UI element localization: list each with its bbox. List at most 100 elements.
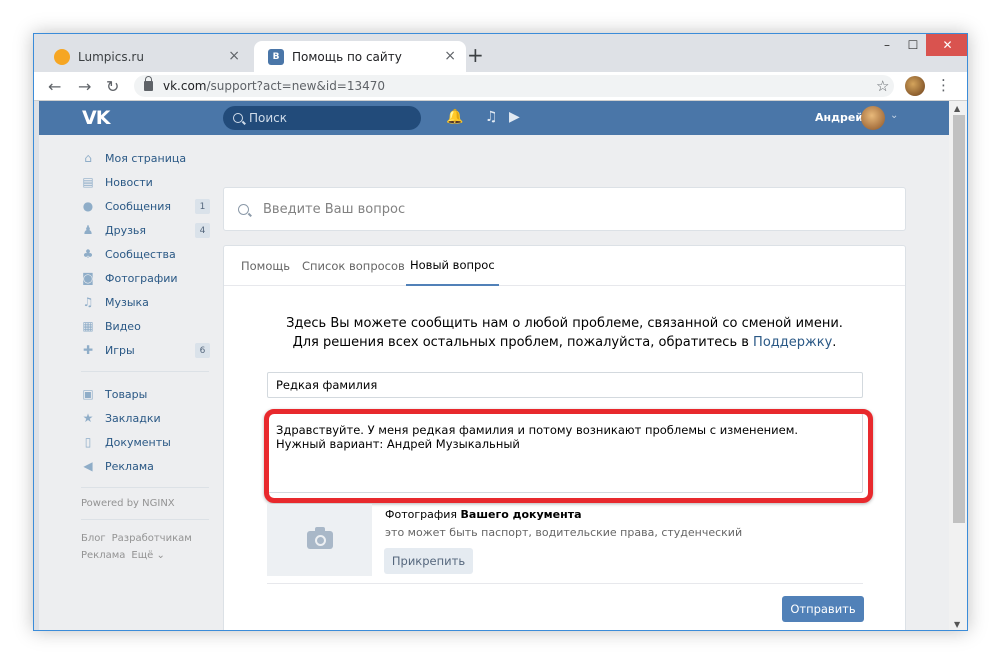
tab-question-list[interactable]: Список вопросов — [302, 246, 405, 286]
document-photo-placeholder[interactable] — [267, 504, 372, 576]
attach-button[interactable]: Прикрепить — [384, 548, 473, 574]
maximize-button[interactable]: ☐ — [900, 34, 926, 56]
new-tab-icon[interactable]: + — [467, 43, 484, 67]
tab-lumpics[interactable]: Lumpics.ru × — [40, 41, 250, 72]
footer-link-developers[interactable]: Разработчикам — [112, 533, 192, 544]
bookmark-star-icon[interactable]: ☆ — [876, 77, 889, 95]
lock-icon — [144, 76, 153, 91]
user-name[interactable]: Андрей — [815, 111, 863, 124]
footer-links: Блог Разработчикам Реклама Ещё ⌄ — [81, 530, 211, 564]
document-title: Фотография Вашего документа — [385, 508, 582, 521]
tab-label: Lumpics.ru — [78, 49, 144, 64]
close-tab-icon[interactable]: × — [444, 48, 456, 64]
sidebar-item-label: Друзья — [105, 223, 147, 237]
scroll-thumb[interactable] — [953, 115, 965, 523]
sidebar-item-photos[interactable]: ◙ Фотографии — [81, 266, 211, 290]
gamepad-icon: ✚ — [82, 343, 94, 357]
footer-link-ads[interactable]: Реклама — [81, 550, 125, 561]
film-icon: ▦ — [82, 319, 94, 333]
document-icon: ▯ — [84, 435, 92, 449]
address-bar: ← → ↻ vk.com/support?act=new&id=13470 ☆ … — [34, 72, 967, 101]
reload-icon[interactable]: ↻ — [106, 77, 119, 96]
sidebar-item-label: Документы — [105, 435, 171, 449]
sidebar-item-ads[interactable]: ◀ Реклама — [81, 454, 211, 478]
sidebar-item-label: Товары — [105, 387, 148, 401]
notice-text: Здесь Вы можете сообщить нам о любой про… — [224, 314, 905, 352]
music-icon: ♫ — [82, 295, 94, 309]
url-host: vk.com — [163, 79, 207, 93]
sidebar-item-label: Игры — [105, 343, 135, 357]
left-navigation: ⌂ Моя страница ▤ Новости ● Сообщения 1 ♟ Друз… — [81, 146, 211, 564]
back-icon[interactable]: ← — [48, 77, 61, 96]
sidebar-divider — [81, 519, 209, 520]
star-icon: ★ — [82, 411, 94, 425]
footer-link-blog[interactable]: Блог — [81, 533, 106, 544]
page-viewport: VK Поиск 🔔 ♫ ▶ Андрей ⌄ ⌂ Моя страница ▤ Н… — [39, 101, 949, 630]
subject-input[interactable]: Редкая фамилия — [267, 372, 863, 398]
scroll-down-icon[interactable]: ▼ — [954, 620, 960, 629]
sidebar-divider — [81, 487, 209, 488]
sidebar-item-news[interactable]: ▤ Новости — [81, 170, 211, 194]
count-badge: 4 — [195, 223, 210, 238]
browser-window: Lumpics.ru × В Помощь по сайту × + – ☐ ✕… — [33, 33, 968, 631]
communities-icon: ♣ — [82, 247, 94, 261]
question-search-input[interactable]: Введите Ваш вопрос — [223, 187, 906, 231]
question-placeholder: Введите Ваш вопрос — [263, 201, 406, 217]
sidebar-item-communities[interactable]: ♣ Сообщества — [81, 242, 211, 266]
user-avatar[interactable] — [861, 106, 885, 130]
sidebar-item-my-page[interactable]: ⌂ Моя страница — [81, 146, 211, 170]
sidebar-item-video[interactable]: ▦ Видео — [81, 314, 211, 338]
news-icon: ▤ — [82, 175, 94, 189]
support-link[interactable]: Поддержку — [753, 335, 832, 350]
scroll-up-icon[interactable]: ▲ — [954, 104, 960, 113]
vk-header: VK Поиск 🔔 ♫ ▶ Андрей ⌄ — [39, 101, 949, 135]
notice-line-2: Для решения всех остальных проблем, пожа… — [224, 333, 905, 352]
search-icon — [238, 203, 249, 215]
sidebar-item-label: Музыка — [105, 295, 149, 309]
chevron-down-icon[interactable]: ⌄ — [890, 110, 898, 121]
sidebar-item-label: Моя страница — [105, 151, 187, 165]
minimize-button[interactable]: – — [874, 34, 900, 56]
close-tab-icon[interactable]: × — [228, 48, 240, 64]
megaphone-icon: ◀ — [83, 459, 93, 473]
page-scrollbar[interactable]: ▲ ▼ — [949, 101, 967, 630]
home-icon: ⌂ — [84, 151, 92, 165]
sidebar-item-music[interactable]: ♫ Музыка — [81, 290, 211, 314]
notice-line-1: Здесь Вы можете сообщить нам о любой про… — [286, 316, 843, 331]
sidebar-item-label: Реклама — [105, 459, 154, 473]
camera-icon — [306, 527, 333, 549]
document-subtitle: это может быть паспорт, водительские пра… — [385, 526, 743, 539]
browser-menu-icon[interactable]: ⋮ — [936, 76, 951, 94]
tab-new-question[interactable]: Новый вопрос — [406, 246, 499, 286]
sidebar-item-friends[interactable]: ♟ Друзья 4 — [81, 218, 211, 242]
doc-title-bold: Вашего документа — [460, 508, 582, 521]
sidebar-item-documents[interactable]: ▯ Документы — [81, 430, 211, 454]
form-divider — [267, 583, 863, 584]
notifications-bell-icon[interactable]: 🔔 — [446, 109, 463, 125]
sidebar-item-label: Сообщества — [105, 247, 176, 261]
powered-by: Powered by NGINX — [81, 498, 175, 509]
music-note-icon[interactable]: ♫ — [485, 109, 498, 125]
vk-search-input[interactable]: Поиск — [223, 106, 421, 130]
red-highlight-frame — [264, 409, 873, 503]
url-field[interactable]: vk.com/support?act=new&id=13470 — [134, 75, 894, 97]
send-button[interactable]: Отправить — [782, 596, 864, 622]
close-window-button[interactable]: ✕ — [926, 34, 967, 56]
sidebar-item-bookmarks[interactable]: ★ Закладки — [81, 406, 211, 430]
tab-support[interactable]: В Помощь по сайту × — [254, 41, 466, 72]
friends-icon: ♟ — [82, 223, 94, 237]
title-bar: Lumpics.ru × В Помощь по сайту × + – ☐ ✕ — [34, 34, 967, 72]
sidebar-item-games[interactable]: ✚ Игры 6 — [81, 338, 211, 362]
forward-icon[interactable]: → — [78, 77, 91, 96]
profile-avatar[interactable] — [905, 76, 925, 96]
tab-help[interactable]: Помощь — [241, 246, 290, 286]
footer-link-more[interactable]: Ещё ⌄ — [131, 550, 164, 561]
vk-logo[interactable]: VK — [82, 107, 110, 129]
sidebar-item-messages[interactable]: ● Сообщения 1 — [81, 194, 211, 218]
play-button-icon[interactable]: ▶ — [509, 109, 520, 125]
search-icon — [233, 113, 243, 123]
messages-icon: ● — [82, 199, 94, 213]
sidebar-item-goods[interactable]: ▣ Товары — [81, 382, 211, 406]
bag-icon: ▣ — [82, 387, 94, 401]
sidebar-item-label: Новости — [105, 175, 153, 189]
